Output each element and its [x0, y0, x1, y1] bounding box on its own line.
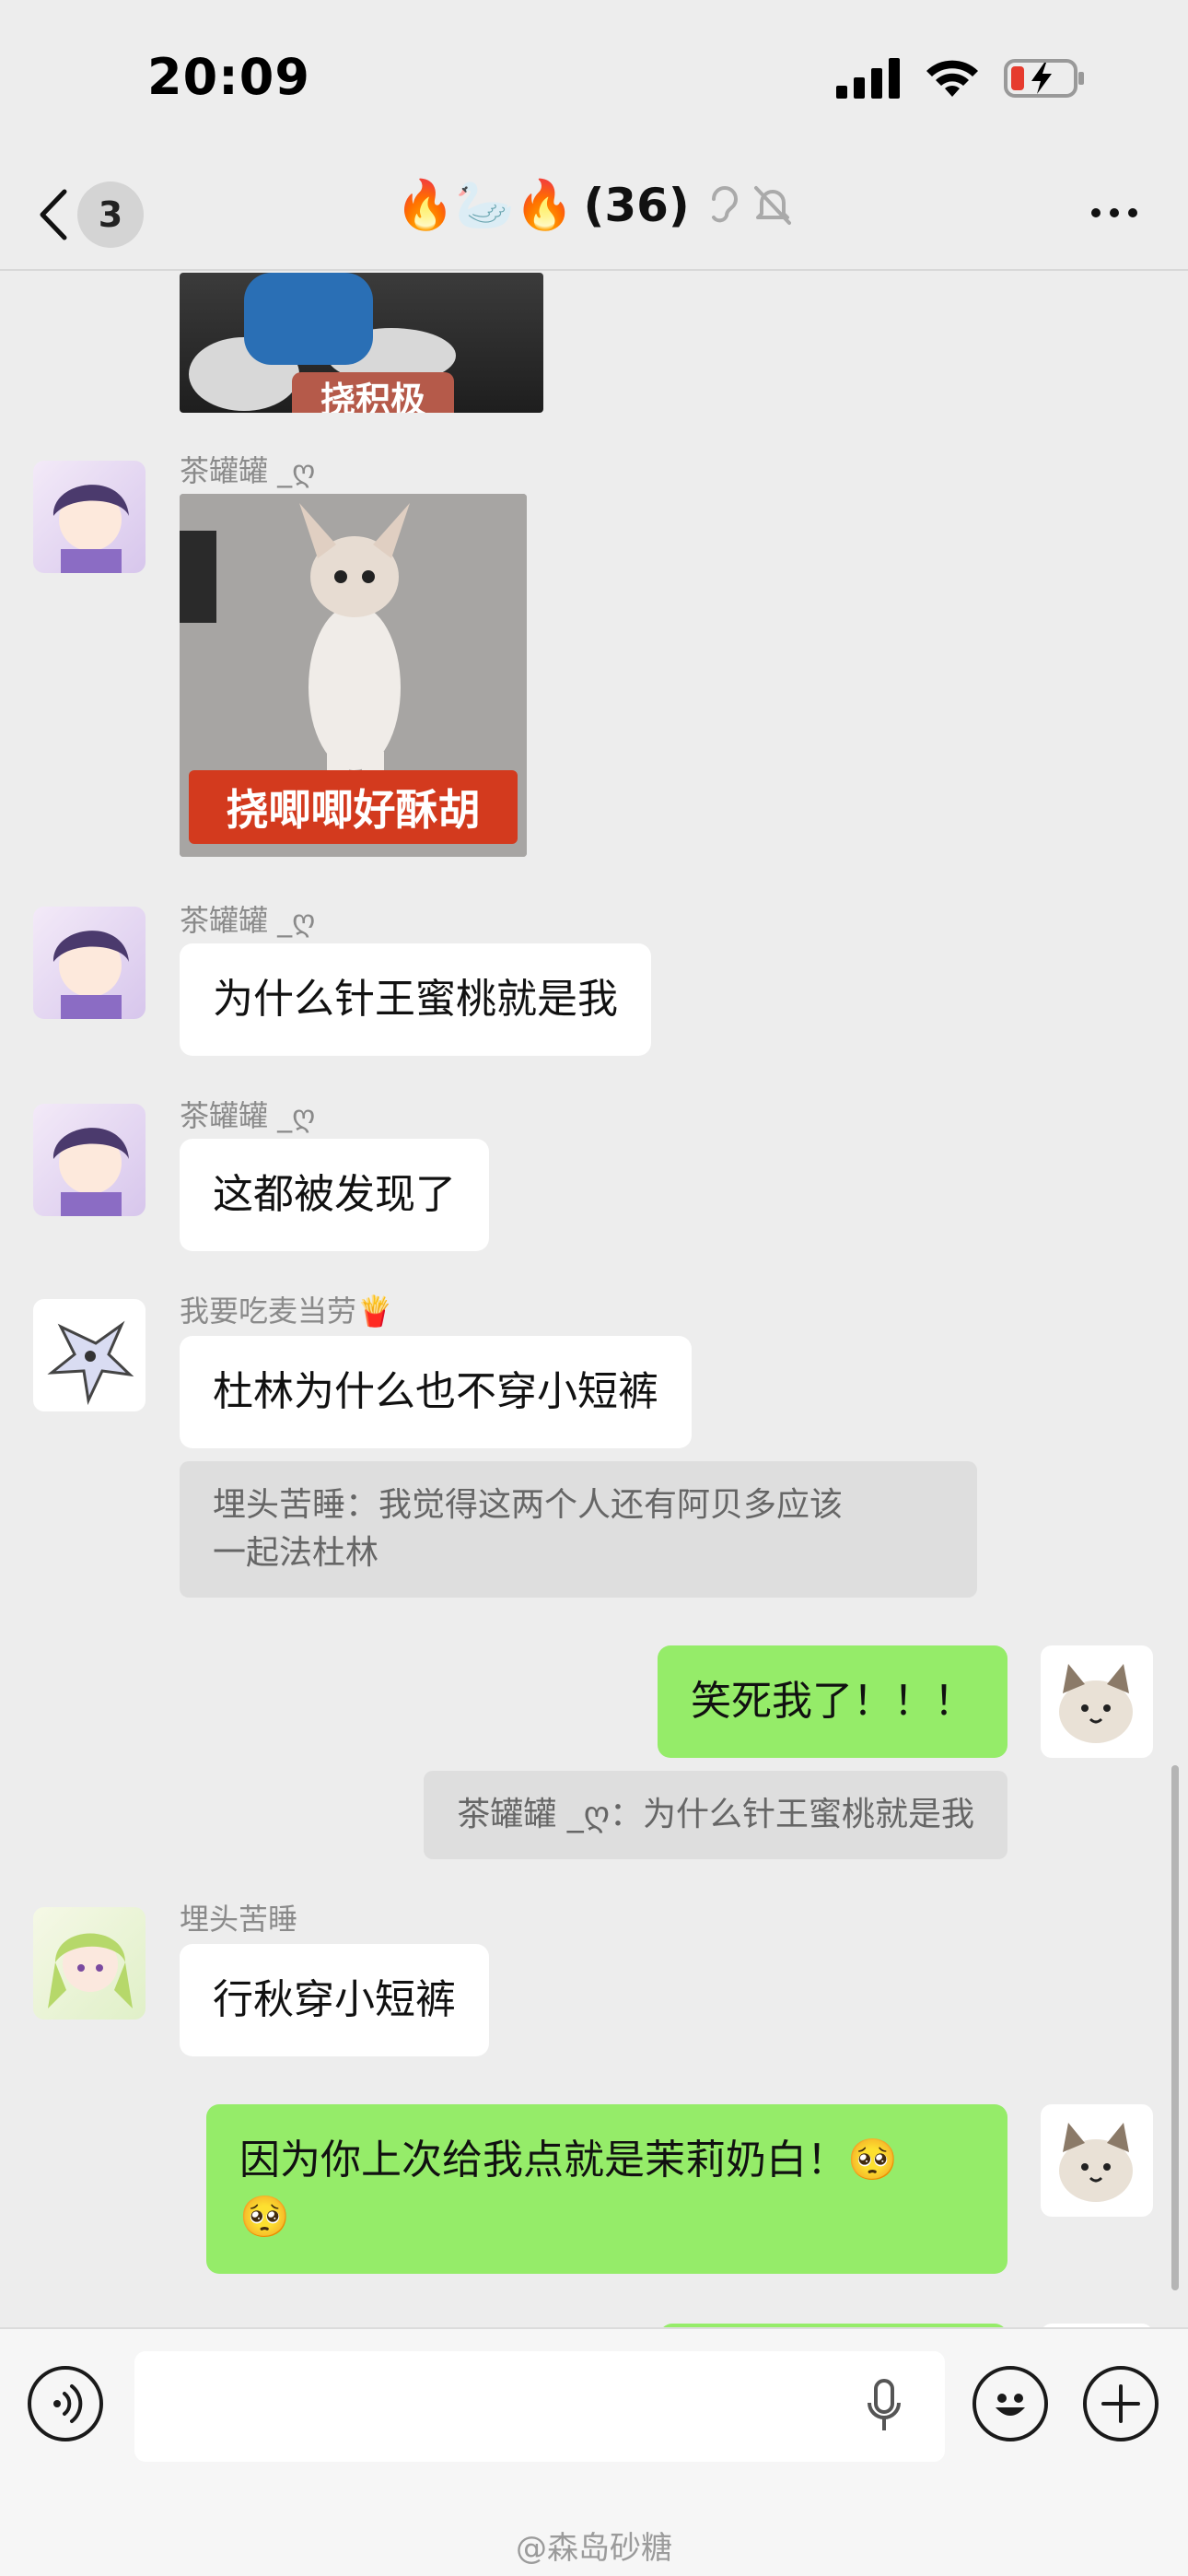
member-count: (36) — [583, 178, 690, 232]
watermark: @森岛砂糖 — [516, 2530, 672, 2567]
avatar[interactable] — [33, 461, 146, 573]
avatar[interactable] — [33, 1907, 146, 2020]
quote-line: 埋头苦睡：我觉得这两个人还有阿贝多应该 — [213, 1486, 844, 1524]
ear-icon — [711, 185, 738, 222]
wifi-icon — [926, 60, 978, 97]
my-avatar[interactable] — [1041, 1645, 1153, 1758]
title-emoji: 🔥🦢🔥 — [395, 178, 575, 233]
my-message-bubble[interactable]: 笑死我了！！！ — [658, 1645, 1007, 1758]
nav-bar: 3 🔥🦢🔥 (36) — [0, 157, 1188, 271]
message-bubble[interactable]: 为什么针王蜜桃就是我 — [180, 943, 651, 1056]
smiley-icon — [996, 2394, 1025, 2416]
my-avatar[interactable] — [1041, 2104, 1153, 2217]
scrollbar[interactable] — [1171, 1765, 1179, 2290]
message-bubble[interactable]: 行秋穿小短裤 — [180, 1944, 489, 2056]
mute-bell-icon — [753, 185, 791, 225]
sticker-caption: 挠积极 — [292, 372, 454, 413]
message-list[interactable]: 挠积极 茶罐罐 _ღ 挠唧唧好酥胡 茶罐罐 _ღ 为什么针王蜜桃就是我 茶罐罐 … — [0, 273, 1188, 2327]
battery-charging-icon — [1004, 59, 1084, 98]
emoji-button[interactable] — [973, 2366, 1048, 2441]
voice-icon — [53, 2384, 83, 2423]
sender-name: 埋头苦睡 — [180, 1902, 298, 1937]
message-bubble[interactable]: 杜林为什么也不穿小短裤 — [180, 1336, 692, 1448]
avatar[interactable] — [33, 1104, 146, 1216]
message-line: 因为你上次给我点就是茉莉奶白！🥺 — [239, 2137, 898, 2184]
message-line: 🥺 — [239, 2194, 290, 2241]
sender-name: 茶罐罐 _ღ — [180, 903, 316, 938]
sender-name: 我要吃麦当劳🍟 — [180, 1294, 393, 1329]
signal-icon — [836, 58, 900, 99]
my-message-bubble[interactable]: 因为你上次给我点就是茉莉奶白！🥺 🥺 — [206, 2104, 1007, 2274]
sender-name: 茶罐罐 _ღ — [180, 1098, 316, 1133]
more-functions-button[interactable] — [1083, 2366, 1159, 2441]
quoted-message[interactable]: 埋头苦睡：我觉得这两个人还有阿贝多应该 一起法杜林 — [180, 1461, 977, 1598]
message-bubble[interactable]: 这都被发现了 — [180, 1139, 489, 1251]
sticker-message-partial[interactable]: 挠积极 — [180, 273, 543, 413]
quoted-message[interactable]: 茶罐罐 _ღ：为什么针王蜜桃就是我 — [424, 1771, 1007, 1859]
avatar[interactable] — [33, 1299, 146, 1411]
more-options-button[interactable] — [1077, 190, 1151, 236]
status-bar: 20:09 — [0, 0, 1188, 157]
avatar[interactable] — [33, 907, 146, 1019]
status-time: 20:09 — [147, 48, 310, 106]
microphone-icon[interactable] — [866, 2379, 903, 2434]
sticker-caption: 挠唧唧好酥胡 — [189, 770, 518, 844]
quote-line: 一起法杜林 — [213, 1534, 379, 1572]
message-input[interactable] — [134, 2351, 945, 2462]
plus-icon — [1101, 2384, 1140, 2423]
status-icons — [836, 57, 1087, 100]
sticker-message[interactable]: 挠唧唧好酥胡 — [180, 494, 527, 857]
chat-title: 🔥🦢🔥 (36) — [0, 177, 1188, 233]
voice-toggle-button[interactable] — [28, 2366, 103, 2441]
sender-name: 茶罐罐 _ღ — [180, 453, 316, 488]
